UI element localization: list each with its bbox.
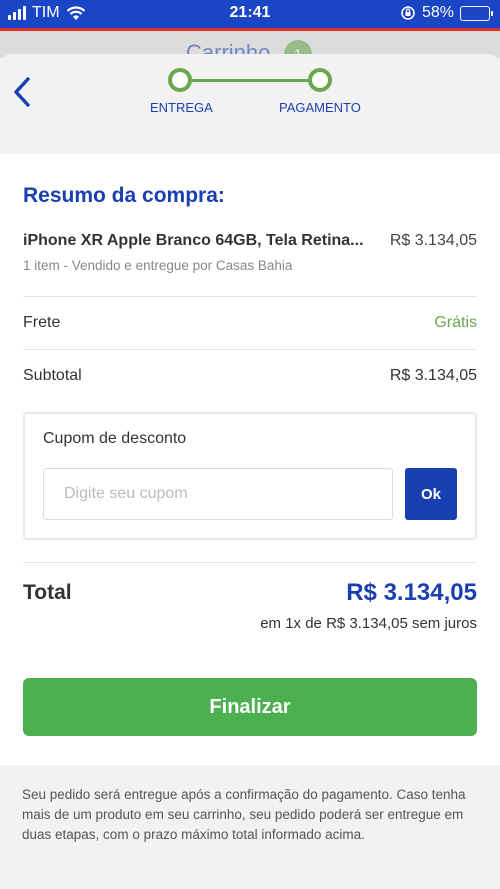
installments-text: em 1x de R$ 3.134,05 sem juros xyxy=(260,615,477,632)
step-label-entrega: ENTREGA xyxy=(150,100,213,115)
product-item: iPhone XR Apple Branco 64GB, Tela Retina… xyxy=(23,232,477,296)
total-section: Total R$ 3.134,05 em 1x de R$ 3.134,05 s… xyxy=(23,562,477,662)
checkout-sheet: ENTREGA PAGAMENTO Resumo da compra: iPho… xyxy=(0,54,500,889)
step-connector xyxy=(192,79,312,82)
coupon-box: Cupom de desconto Ok xyxy=(23,412,477,540)
sheet-header: ENTREGA PAGAMENTO xyxy=(0,54,500,154)
step-label-pagamento: PAGAMENTO xyxy=(279,100,361,115)
battery-icon xyxy=(460,5,493,21)
checkout-stepper: ENTREGA PAGAMENTO xyxy=(150,68,365,128)
product-price: R$ 3.134,05 xyxy=(389,232,477,249)
status-bar: TIM 21:41 58% xyxy=(0,0,500,28)
subtotal-row: Subtotal R$ 3.134,05 xyxy=(23,350,477,402)
summary-content: Resumo da compra: iPhone XR Apple Branco… xyxy=(0,184,500,736)
step-dot-entrega xyxy=(168,68,192,92)
shipping-value: Grátis xyxy=(434,314,477,331)
battery-percent: 58% xyxy=(421,4,454,21)
total-value: R$ 3.134,05 xyxy=(346,579,477,606)
coupon-input[interactable] xyxy=(43,468,393,520)
step-dot-pagamento xyxy=(308,68,332,92)
summary-title: Resumo da compra: xyxy=(23,184,225,207)
orientation-lock-icon xyxy=(401,6,415,20)
subtotal-label: Subtotal xyxy=(23,367,82,384)
coupon-row: Ok xyxy=(43,468,457,520)
back-button[interactable] xyxy=(8,74,38,110)
finalize-button[interactable]: Finalizar xyxy=(23,678,477,736)
coupon-title: Cupom de desconto xyxy=(43,430,187,447)
shipping-label: Frete xyxy=(23,314,61,331)
subtotal-value: R$ 3.134,05 xyxy=(389,367,477,384)
product-seller: 1 item - Vendido e entregue por Casas Ba… xyxy=(23,258,293,273)
delivery-note: Seu pedido será entregue após a confirma… xyxy=(0,765,500,889)
status-right: 58% xyxy=(400,4,493,22)
shipping-row: Frete Grátis xyxy=(23,297,477,349)
chevron-left-icon xyxy=(14,77,30,107)
apply-coupon-button[interactable]: Ok xyxy=(405,468,457,520)
